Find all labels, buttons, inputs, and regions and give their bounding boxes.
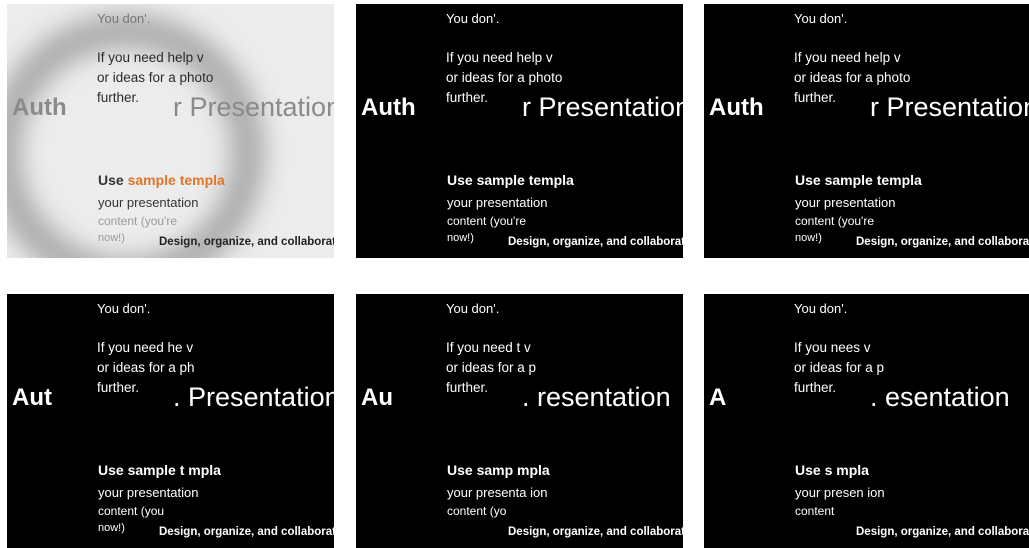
- slide-text-content: content (you're: [447, 214, 527, 228]
- use-accent-text: sample templa: [476, 172, 574, 188]
- use-prefix: Use: [447, 462, 477, 478]
- slide-text-your-presentation: your presentation: [795, 195, 896, 210]
- slide-thumbnail-4[interactable]: You don'. If you need he v or ideas for a…: [7, 294, 334, 548]
- use-prefix: Use: [795, 462, 825, 478]
- slide-title-left-fragment: Auth: [709, 94, 764, 121]
- slide-text-content: content: [795, 504, 835, 518]
- slide-title-presentation: r Presentation: [522, 92, 683, 122]
- use-accent-text: samp mpla: [476, 462, 550, 478]
- slide-title-presentation: r Presentation: [870, 92, 1029, 122]
- slide-thumbnail-3[interactable]: You don'. If you need help v or ideas for…: [704, 4, 1029, 258]
- slide-text-now: now!): [795, 232, 822, 244]
- slide-text-now: now!): [447, 232, 474, 244]
- slide-text-use-sample-template: Use sample t mpla: [98, 463, 221, 477]
- slide-title-presentation: . resentation: [522, 382, 671, 412]
- slide-text-your-presentation: your presen ion: [795, 485, 885, 500]
- slide-text-you-dont: You don'.: [794, 301, 848, 316]
- slide-text-use-sample-template: Use samp mpla: [447, 463, 550, 477]
- slide-text-content: content (yo: [447, 504, 507, 518]
- slide-text-your-presentation: your presentation: [98, 485, 199, 500]
- use-accent-text: sample templa: [824, 172, 922, 188]
- slide-text-you-dont: You don'.: [97, 11, 151, 26]
- slide-text-you-dont: You don'.: [446, 11, 500, 26]
- slide-text-design-organize-collaborate: Design, organize, and collaborate: [159, 526, 334, 538]
- slide-text-design-organize-collaborate: Design, organize, and collaborate: [856, 526, 1029, 538]
- slide-text-content: content (you're: [795, 214, 875, 228]
- slide-text-you-dont: You don'.: [97, 301, 151, 316]
- use-accent-text: sample t mpla: [127, 462, 221, 478]
- slide-title-presentation: . Presentation: [173, 382, 334, 412]
- slide-text-you-dont: You don'.: [794, 11, 848, 26]
- slide-thumbnail-1[interactable]: You don'. If you need help v or ideas for…: [7, 4, 334, 258]
- slide-text-now: now!): [98, 232, 125, 244]
- slide-text-design-organize-collaborate: Design, organize, and collaborate: [159, 236, 334, 248]
- slide-text-design-organize-collaborate: Design, organize, and collaborate: [856, 236, 1029, 248]
- slide-title-left-fragment: Auth: [12, 94, 67, 121]
- slide-text-design-organize-collaborate: Design, organize, and collaborate: [508, 526, 683, 538]
- slide-text-now: now!): [98, 522, 125, 534]
- slide-thumbnail-5[interactable]: You don'. If you need t v or ideas for a …: [356, 294, 683, 548]
- slide-text-your-presentation: your presentation: [447, 195, 548, 210]
- use-prefix: Use: [795, 172, 825, 188]
- slide-title-presentation: r Presentation: [173, 92, 334, 122]
- use-accent-text: s mpla: [824, 462, 869, 478]
- slide-text-content: content (you're: [98, 214, 178, 228]
- use-prefix: Use: [98, 172, 128, 188]
- slide-title-left-fragment: Auth: [361, 94, 416, 121]
- slide-title-left-fragment: Au: [361, 384, 393, 411]
- slide-text-content: content (you: [98, 504, 165, 518]
- slide-text-your-presentation: your presentation: [98, 195, 199, 210]
- use-accent-text: sample templa: [127, 172, 225, 188]
- slide-text-design-organize-collaborate: Design, organize, and collaborate: [508, 236, 683, 248]
- slide-title-left-fragment: Aut: [12, 384, 52, 411]
- use-prefix: Use: [98, 462, 128, 478]
- slide-title-left-fragment: A: [709, 384, 727, 411]
- slide-title-presentation: . esentation: [870, 382, 1010, 412]
- use-prefix: Use: [447, 172, 477, 188]
- slide-thumbnail-2[interactable]: You don'. If you need help v or ideas for…: [356, 4, 683, 258]
- slide-text-you-dont: You don'.: [446, 301, 500, 316]
- slide-text-use-sample-template: Use sample templa: [795, 173, 922, 187]
- slide-text-use-sample-template: Use sample templa: [98, 173, 225, 187]
- slide-thumbnail-6[interactable]: You don'. If you nees v or ideas for a p …: [704, 294, 1029, 548]
- slide-text-use-sample-template: Use s mpla: [795, 463, 869, 477]
- slide-text-use-sample-template: Use sample templa: [447, 173, 574, 187]
- slide-text-your-presentation: your presenta ion: [447, 485, 548, 500]
